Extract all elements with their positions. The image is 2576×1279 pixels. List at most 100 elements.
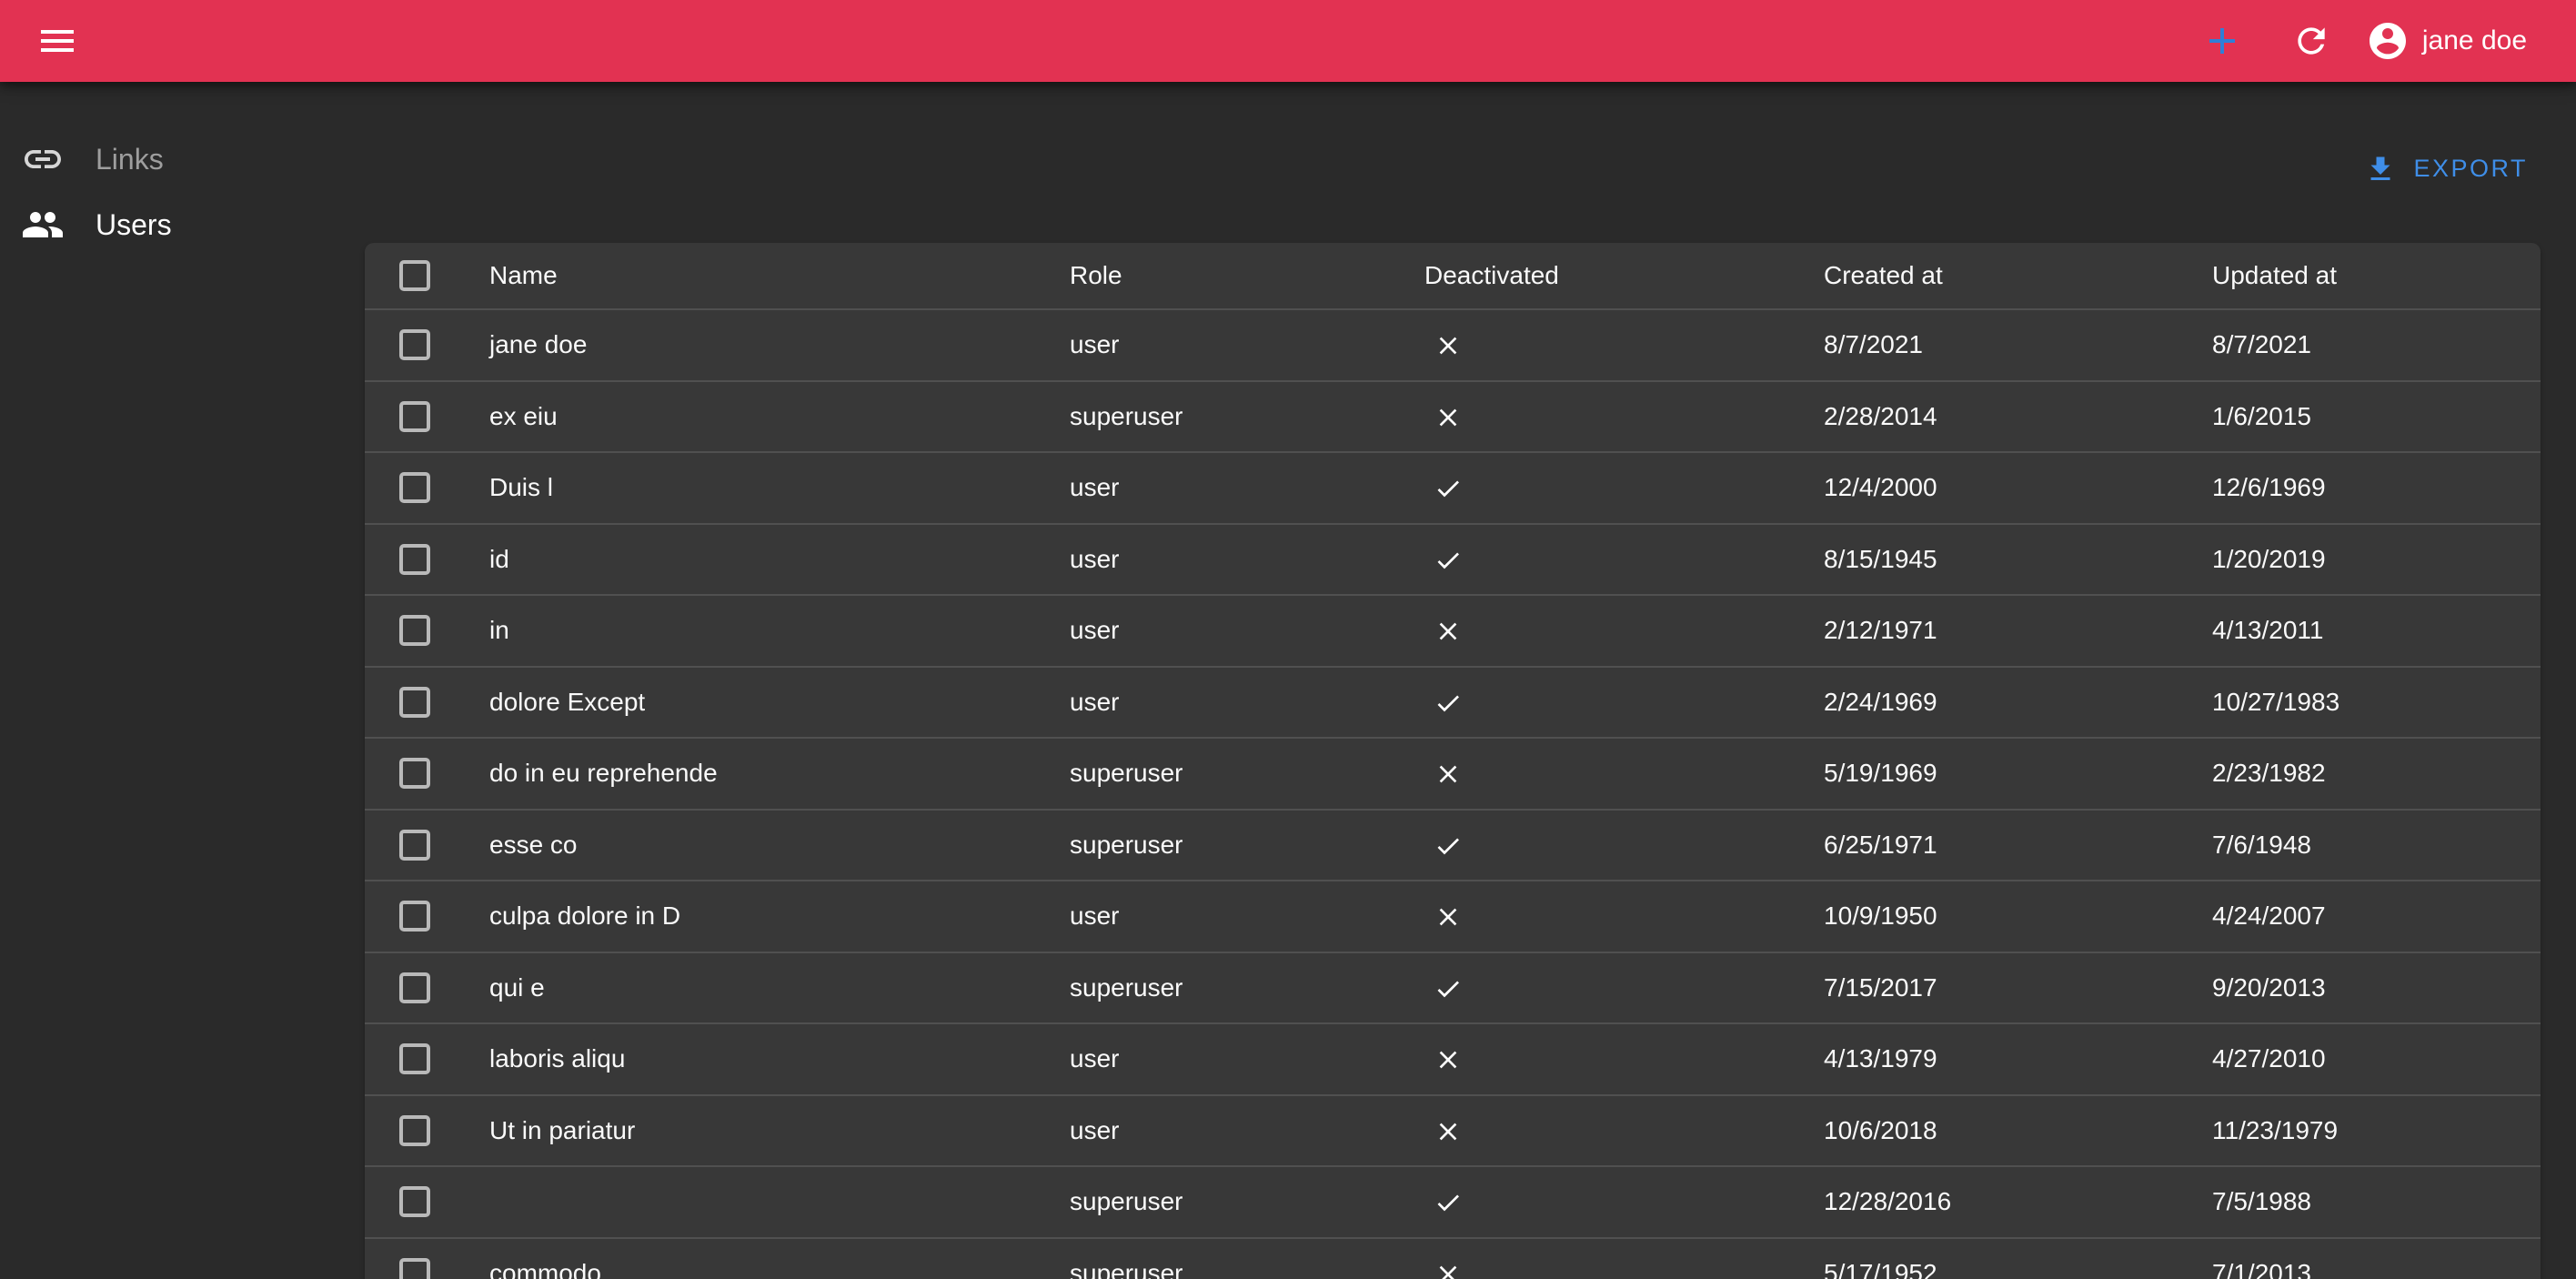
table-row[interactable]: do in eu reprehende superuser 5/19/1969 … (365, 737, 2541, 809)
table-row[interactable]: qui e superuser 7/15/2017 9/20/2013 (365, 952, 2541, 1023)
cell-name: commodo (465, 1259, 1045, 1279)
people-icon (21, 203, 65, 247)
row-checkbox[interactable] (399, 1258, 430, 1279)
main-layout: Links Users EXPORT Name Ro (0, 82, 2576, 1279)
cell-deactivated (1400, 472, 1799, 503)
cell-updated-at: 4/27/2010 (2188, 1044, 2541, 1073)
cell-deactivated (1400, 1186, 1799, 1217)
column-header-created-at[interactable]: Created at (1799, 261, 2188, 290)
row-checkbox-cell (365, 758, 465, 789)
check-icon (1434, 546, 1463, 575)
check-icon (1434, 1188, 1463, 1217)
cell-name: dolore Except (465, 688, 1045, 717)
user-name: jane doe (2422, 25, 2527, 56)
row-checkbox[interactable] (399, 615, 430, 646)
table-body: jane doe user 8/7/2021 8/7/2021 ex eiu s… (365, 308, 2541, 1279)
row-checkbox-cell (365, 901, 465, 932)
cell-name: esse co (465, 831, 1045, 860)
row-checkbox-cell (365, 1258, 465, 1279)
row-checkbox[interactable] (399, 1043, 430, 1074)
cell-deactivated (1400, 401, 1799, 432)
select-all-checkbox[interactable] (399, 260, 430, 291)
content-area: EXPORT Name Role Deactivated Created at … (365, 82, 2576, 1279)
refresh-button[interactable] (2279, 8, 2344, 74)
cell-role: user (1045, 1116, 1400, 1145)
cell-updated-at: 8/7/2021 (2188, 330, 2541, 359)
table-row[interactable]: laboris aliqu user 4/13/1979 4/27/2010 (365, 1022, 2541, 1094)
row-checkbox[interactable] (399, 401, 430, 432)
cell-role: superuser (1045, 759, 1400, 788)
table-row[interactable]: superuser 12/28/2016 7/5/1988 (365, 1165, 2541, 1237)
hamburger-menu-icon (35, 19, 79, 63)
column-header-deactivated[interactable]: Deactivated (1400, 261, 1799, 290)
row-checkbox[interactable] (399, 758, 430, 789)
cell-created-at: 10/6/2018 (1799, 1116, 2188, 1145)
cell-updated-at: 7/1/2013 (2188, 1259, 2541, 1279)
row-checkbox-cell (365, 472, 465, 503)
check-icon (1434, 831, 1463, 861)
table-row[interactable]: dolore Except user 2/24/1969 10/27/1983 (365, 666, 2541, 738)
row-checkbox[interactable] (399, 830, 430, 861)
cell-updated-at: 2/23/1982 (2188, 759, 2541, 788)
cell-created-at: 6/25/1971 (1799, 831, 2188, 860)
column-header-role[interactable]: Role (1045, 261, 1400, 290)
create-button[interactable] (2189, 8, 2255, 74)
row-checkbox-cell (365, 1115, 465, 1146)
row-checkbox[interactable] (399, 472, 430, 503)
sidebar-item-links[interactable]: Links (0, 126, 365, 192)
close-icon (1434, 902, 1463, 932)
table-row[interactable]: Duis l user 12/4/2000 12/6/1969 (365, 451, 2541, 523)
table-row[interactable]: ex eiu superuser 2/28/2014 1/6/2015 (365, 380, 2541, 452)
table-row[interactable]: commodo superuser 5/17/1952 7/1/2013 (365, 1237, 2541, 1279)
column-header-name[interactable]: Name (465, 261, 1045, 290)
row-checkbox[interactable] (399, 687, 430, 718)
user-menu-button[interactable]: jane doe (2360, 8, 2527, 74)
sidebar-item-users[interactable]: Users (0, 192, 365, 257)
table-row[interactable]: esse co superuser 6/25/1971 7/6/1948 (365, 809, 2541, 881)
table-row[interactable]: Ut in pariatur user 10/6/2018 11/23/1979 (365, 1094, 2541, 1166)
cell-deactivated (1400, 830, 1799, 861)
cell-name: jane doe (465, 330, 1045, 359)
table-row[interactable]: id user 8/15/1945 1/20/2019 (365, 523, 2541, 595)
cell-created-at: 8/15/1945 (1799, 545, 2188, 574)
cell-created-at: 7/15/2017 (1799, 973, 2188, 1002)
row-checkbox[interactable] (399, 329, 430, 360)
table-row[interactable]: culpa dolore in D user 10/9/1950 4/24/20… (365, 880, 2541, 952)
cell-updated-at: 4/24/2007 (2188, 901, 2541, 931)
export-button[interactable]: EXPORT (2351, 146, 2541, 193)
cell-created-at: 2/12/1971 (1799, 616, 2188, 645)
table-row[interactable]: jane doe user 8/7/2021 8/7/2021 (365, 308, 2541, 380)
cell-created-at: 5/19/1969 (1799, 759, 2188, 788)
menu-button[interactable] (25, 8, 90, 74)
row-checkbox[interactable] (399, 972, 430, 1003)
app-bar: jane doe (0, 0, 2576, 82)
row-checkbox-cell (365, 401, 465, 432)
cell-name: ex eiu (465, 402, 1045, 431)
row-checkbox-cell (365, 615, 465, 646)
list-toolbar: EXPORT (365, 82, 2541, 243)
column-header-updated-at[interactable]: Updated at (2188, 261, 2541, 290)
row-checkbox[interactable] (399, 1115, 430, 1146)
header-checkbox-cell (365, 260, 465, 291)
cell-updated-at: 1/6/2015 (2188, 402, 2541, 431)
cell-deactivated (1400, 1258, 1799, 1279)
cell-name: culpa dolore in D (465, 901, 1045, 931)
cell-deactivated (1400, 615, 1799, 646)
row-checkbox[interactable] (399, 901, 430, 932)
sidebar-item-label: Users (96, 208, 172, 242)
row-checkbox[interactable] (399, 1186, 430, 1217)
account-circle-icon (2366, 19, 2410, 63)
row-checkbox[interactable] (399, 544, 430, 575)
cell-created-at: 2/24/1969 (1799, 688, 2188, 717)
close-icon (1434, 1045, 1463, 1074)
cell-name: Duis l (465, 473, 1045, 502)
table-row[interactable]: in user 2/12/1971 4/13/2011 (365, 594, 2541, 666)
check-icon (1434, 474, 1463, 503)
cell-name: do in eu reprehende (465, 759, 1045, 788)
cell-updated-at: 10/27/1983 (2188, 688, 2541, 717)
cell-role: user (1045, 473, 1400, 502)
plus-icon (2200, 19, 2244, 63)
close-icon (1434, 403, 1463, 432)
table-header-row: Name Role Deactivated Created at Updated… (365, 243, 2541, 308)
cell-deactivated (1400, 329, 1799, 360)
